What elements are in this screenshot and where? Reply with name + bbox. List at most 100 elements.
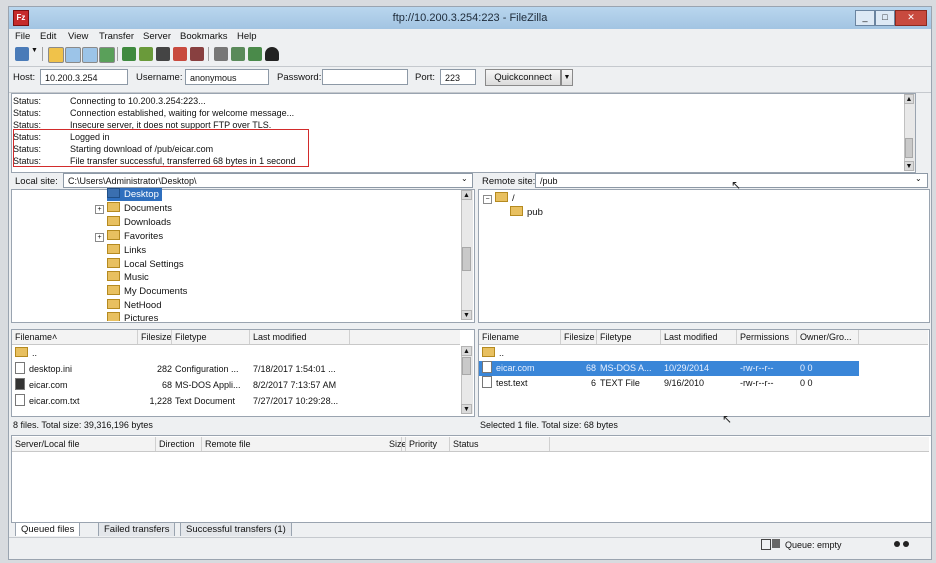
- column-remote-file[interactable]: Remote file: [202, 437, 402, 451]
- tab-successful-transfers[interactable]: Successful transfers (1): [180, 522, 292, 536]
- file-row[interactable]: desktop.ini 282 Configuration ... 7/18/2…: [12, 362, 460, 377]
- tree-item-pictures[interactable]: Pictures: [107, 312, 158, 321]
- minimize-button[interactable]: _: [855, 10, 875, 26]
- tree-item-local-settings[interactable]: Local Settings: [107, 258, 184, 271]
- refresh-icon[interactable]: [122, 47, 136, 61]
- tree-item-links[interactable]: Links: [107, 244, 146, 257]
- menu-file[interactable]: File: [15, 31, 30, 42]
- column-filesize[interactable]: Filesize: [561, 330, 597, 344]
- file-icon: [15, 362, 25, 374]
- text-file-icon: [15, 394, 25, 406]
- file-row-parent[interactable]: ..: [12, 346, 460, 361]
- queue-status-text: Queue: empty: [785, 540, 842, 550]
- scroll-down-icon[interactable]: ▼: [904, 161, 914, 171]
- column-direction[interactable]: Direction: [156, 437, 202, 451]
- file-row[interactable]: eicar.com 68 MS-DOS Appli... 8/2/2017 7:…: [12, 378, 460, 393]
- log-scrollbar[interactable]: [904, 94, 915, 171]
- text-file-icon: [482, 376, 492, 388]
- column-filetype[interactable]: Filetype: [597, 330, 661, 344]
- remote-file-list-header: Filename Filesize Filetype Last modified…: [479, 330, 928, 345]
- process-queue-icon[interactable]: [139, 47, 153, 61]
- tree-item-downloads[interactable]: Downloads: [107, 216, 171, 229]
- file-row-selected[interactable]: eicar.com 68 MS-DOS A... 10/29/2014 -rw-…: [479, 361, 859, 376]
- log-line: Status: Connection established, waiting f…: [13, 108, 295, 118]
- tree-item-root[interactable]: − /: [483, 192, 515, 205]
- menu-bookmarks[interactable]: Bookmarks: [180, 31, 228, 42]
- scroll-thumb[interactable]: [462, 247, 471, 271]
- column-filename[interactable]: Filename˄: [12, 330, 138, 344]
- column-filesize[interactable]: Filesize: [138, 330, 172, 344]
- tree-item-desktop[interactable]: Desktop: [107, 188, 162, 201]
- reconnect-icon[interactable]: [190, 47, 204, 61]
- file-row[interactable]: test.text 6 TEXT File 9/16/2010 -rw-r--r…: [479, 376, 927, 391]
- password-input[interactable]: [322, 69, 408, 85]
- maximize-button[interactable]: □: [875, 10, 895, 26]
- tree-item-favorites[interactable]: + Favorites: [95, 230, 163, 243]
- close-button[interactable]: ✕: [895, 10, 927, 26]
- column-server-local-file[interactable]: Server/Local file: [12, 437, 156, 451]
- local-site-path-input[interactable]: C:\Users\Administrator\Desktop\: [63, 173, 473, 188]
- column-filename[interactable]: Filename: [479, 330, 561, 344]
- scroll-up-icon[interactable]: ▲: [461, 190, 472, 200]
- toggle-queue-icon[interactable]: [99, 47, 115, 63]
- file-row[interactable]: eicar.com.txt 1,228 Text Document 7/27/2…: [12, 394, 460, 409]
- toggle-remote-tree-icon[interactable]: [82, 47, 98, 63]
- file-icon: [482, 361, 492, 373]
- column-permissions[interactable]: Permissions: [737, 330, 797, 344]
- tab-failed-transfers[interactable]: Failed transfers: [98, 522, 176, 536]
- tab-queued-files[interactable]: Queued files: [15, 522, 81, 536]
- host-label: Host:: [13, 72, 36, 83]
- synchronized-browsing-icon[interactable]: [231, 47, 245, 61]
- scroll-up-icon[interactable]: ▲: [904, 94, 914, 104]
- scroll-thumb[interactable]: [905, 138, 913, 158]
- port-label: Port:: [415, 72, 436, 83]
- menu-help[interactable]: Help: [237, 31, 257, 42]
- scroll-thumb[interactable]: [462, 357, 471, 375]
- queue-tabs: Queued files Failed transfers Successful…: [15, 522, 315, 536]
- tree-item-pub[interactable]: pub: [510, 206, 543, 219]
- server-status-icon: [772, 539, 780, 548]
- remote-status-text: Selected 1 file. Total size: 68 bytes: [480, 420, 618, 430]
- directory-comparison-icon[interactable]: [248, 47, 262, 61]
- quickconnect-button[interactable]: Quickconnect: [485, 69, 561, 86]
- site-manager-dropdown-icon[interactable]: ▼: [31, 47, 39, 61]
- column-last-modified[interactable]: Last modified: [250, 330, 350, 344]
- chevron-down-icon[interactable]: ⌄: [461, 174, 468, 183]
- column-filetype[interactable]: Filetype: [172, 330, 250, 344]
- username-input[interactable]: anonymous: [185, 69, 269, 85]
- search-remote-files-icon[interactable]: [265, 47, 279, 61]
- column-owner-group[interactable]: Owner/Gro...: [797, 330, 859, 344]
- menu-server[interactable]: Server: [143, 31, 171, 42]
- column-size[interactable]: Size: [386, 437, 406, 451]
- menu-view[interactable]: View: [68, 31, 88, 42]
- menu-transfer[interactable]: Transfer: [99, 31, 134, 42]
- column-priority[interactable]: Priority: [406, 437, 450, 451]
- quickconnect-history-dropdown[interactable]: ▼: [561, 69, 573, 86]
- disconnect-icon[interactable]: [173, 47, 187, 61]
- site-manager-icon[interactable]: [15, 47, 29, 61]
- scroll-up-icon[interactable]: ▲: [461, 346, 472, 356]
- column-status[interactable]: Status: [450, 437, 550, 451]
- toolbar-separator: [117, 47, 118, 61]
- file-row-parent[interactable]: ..: [479, 346, 927, 361]
- column-last-modified[interactable]: Last modified: [661, 330, 737, 344]
- directory-listing-filters-icon[interactable]: [214, 47, 228, 61]
- tree-item-my-documents[interactable]: My Documents: [107, 285, 187, 298]
- tree-item-nethood[interactable]: NetHood: [107, 299, 162, 312]
- transfer-queue-header: Server/Local file Direction Remote file …: [12, 437, 929, 452]
- chevron-down-icon[interactable]: ⌄: [915, 174, 922, 183]
- port-input[interactable]: 223: [440, 69, 476, 85]
- tree-item-music[interactable]: Music: [107, 271, 149, 284]
- menu-edit[interactable]: Edit: [40, 31, 56, 42]
- scroll-down-icon[interactable]: ▼: [461, 404, 472, 414]
- local-directory-tree: [11, 189, 475, 323]
- highlight-annotation-box: [13, 129, 309, 167]
- host-input[interactable]: 10.200.3.254: [40, 69, 128, 85]
- cancel-operation-icon[interactable]: [156, 47, 170, 61]
- toggle-log-icon[interactable]: [48, 47, 64, 63]
- toggle-local-tree-icon[interactable]: [65, 47, 81, 63]
- filezilla-window: Fz ftp://10.200.3.254:223 - FileZilla _ …: [8, 6, 932, 560]
- tree-item-documents[interactable]: + Documents: [95, 202, 172, 215]
- scroll-down-icon[interactable]: ▼: [461, 310, 472, 320]
- password-label: Password:: [277, 72, 322, 83]
